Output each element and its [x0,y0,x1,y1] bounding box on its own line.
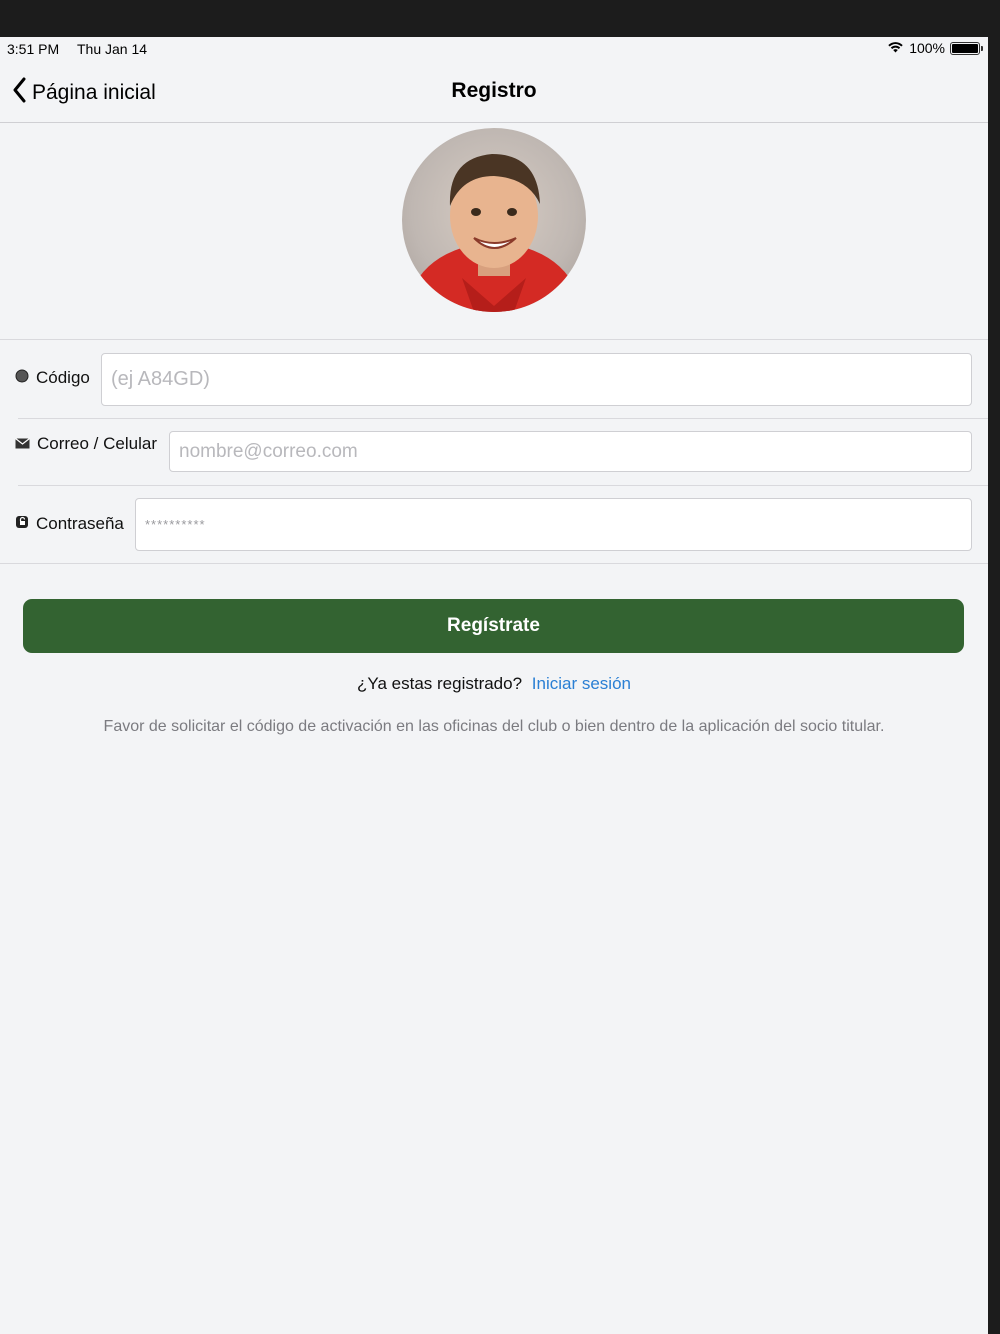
codigo-label: Código [36,368,90,387]
already-registered-question: ¿Ya estas registrado? [357,674,523,693]
status-indicators: 100% [887,40,983,56]
envelope-icon [15,434,30,454]
lock-icon [15,514,29,534]
wifi-icon [887,40,904,56]
correo-label-group: Correo / Celular [15,434,157,454]
correo-input[interactable] [169,431,972,472]
password-input[interactable] [135,498,972,551]
form-divider [0,563,988,564]
navigation-bar: Página inicial Registro [0,61,988,123]
activation-info-text: Favor de solicitar el código de activaci… [103,718,885,735]
codigo-input[interactable] [101,353,972,406]
password-label-group: Contraseña [15,514,124,534]
profile-photo[interactable] [402,128,586,312]
device-bezel-right [988,37,1000,1334]
battery-percent: 100% [909,40,945,56]
already-registered-row: ¿Ya estas registrado? Iniciar sesión [0,674,988,694]
codigo-label-group: Código [15,368,90,388]
status-bar: 3:51 PM Thu Jan 14 100% [0,37,988,61]
battery-icon [950,41,983,55]
page-title: Registro [451,79,537,102]
password-label: Contraseña [36,514,124,533]
login-link[interactable]: Iniciar sesión [532,674,631,693]
register-button[interactable]: Regístrate [23,599,964,653]
avatar-section [0,124,988,340]
correo-label: Correo / Celular [37,434,157,453]
password-row: Contraseña [0,486,988,563]
app-screen: 3:51 PM Thu Jan 14 100% Página inicial R… [0,37,988,1334]
codigo-row: Código [0,340,988,419]
device-bezel-top [0,0,1000,37]
status-time: 3:51 PM [7,41,60,57]
correo-row: Correo / Celular [0,418,988,486]
status-date: Thu Jan 14 [77,41,148,57]
circle-icon [15,368,29,388]
